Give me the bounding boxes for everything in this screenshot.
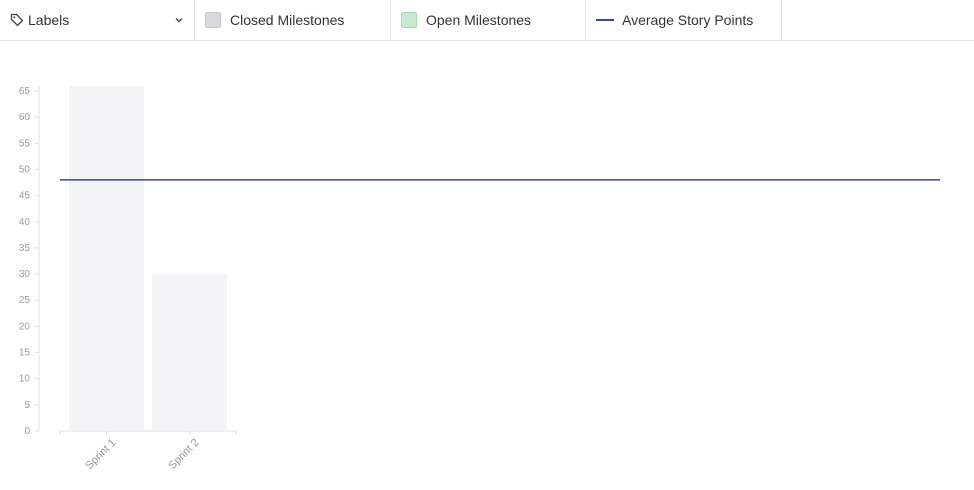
y-tick-label: 25 [19, 295, 31, 306]
tag-icon [10, 13, 24, 27]
legend-average-story-points[interactable]: Average Story Points [586, 0, 782, 40]
bar [152, 274, 227, 431]
y-tick-label: 5 [24, 400, 30, 411]
y-tick-label: 50 [19, 164, 31, 175]
labels-dropdown-label: Labels [28, 12, 70, 28]
y-tick-label: 10 [19, 374, 31, 385]
y-tick-label: 15 [19, 348, 31, 359]
chart-toolbar: Labels Closed Milestones Open Milestones… [0, 0, 974, 41]
y-tick-label: 0 [24, 426, 30, 437]
x-tick-label: Sprint 2 [166, 437, 201, 472]
x-tick-label: Sprint 1 [83, 437, 118, 472]
y-tick-label: 30 [19, 269, 31, 280]
legend-closed-label: Closed Milestones [230, 12, 345, 28]
legend-open-label: Open Milestones [426, 12, 532, 28]
open-milestones-swatch [401, 12, 417, 28]
legend-average-label: Average Story Points [622, 12, 754, 28]
chevron-down-icon [174, 15, 184, 25]
labels-dropdown[interactable]: Labels [0, 0, 195, 40]
y-tick-label: 55 [19, 138, 31, 149]
y-tick-label: 65 [19, 86, 31, 97]
y-tick-label: 60 [19, 112, 31, 123]
legend-closed-milestones[interactable]: Closed Milestones [195, 0, 391, 40]
legend-open-milestones[interactable]: Open Milestones [391, 0, 586, 40]
y-tick-label: 20 [19, 321, 31, 332]
y-tick-label: 45 [19, 191, 31, 202]
y-tick-label: 35 [19, 243, 31, 254]
bar [69, 85, 144, 431]
closed-milestones-swatch [205, 12, 221, 28]
average-line-swatch [596, 19, 614, 21]
velocity-chart: 0 5 10 15 20 25 30 35 40 45 50 55 60 65 Sprint 1 Sprint… [19, 85, 940, 472]
y-tick-label: 40 [19, 217, 31, 228]
